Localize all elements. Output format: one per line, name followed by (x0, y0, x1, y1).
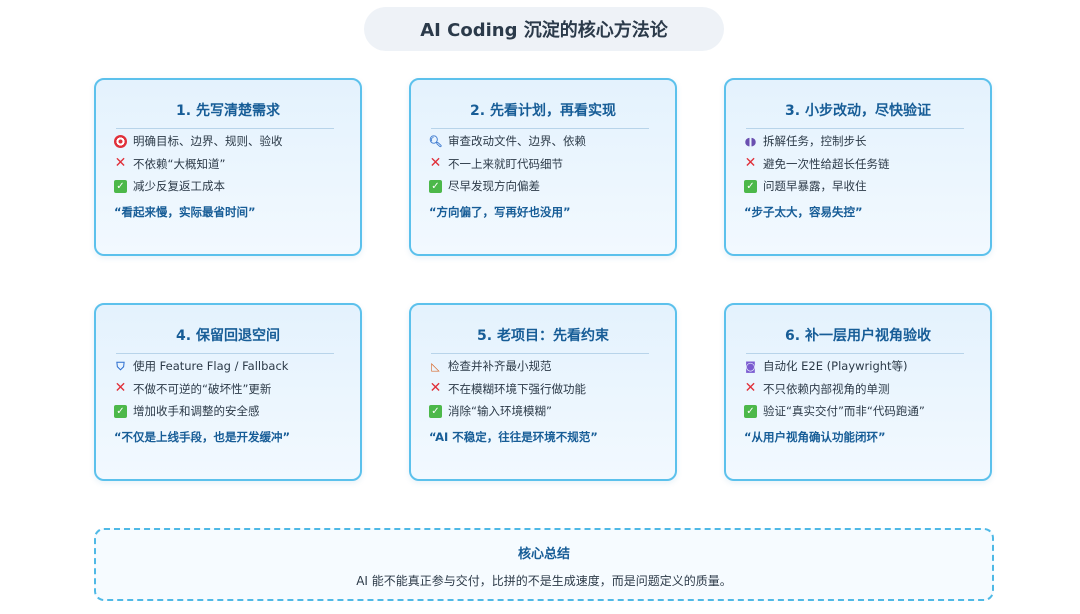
ruler-icon: ◺ (431, 359, 440, 373)
check-icon: ✓ (429, 404, 442, 418)
card-divider (746, 353, 964, 354)
card-divider (116, 353, 334, 354)
card-title: 5. 老项目：先看约束 (477, 328, 609, 344)
method-card-2: 2. 先看计划，再看实现 🔍︎ 审查改动文件、边界、依赖 ✕ 不一上来就盯代码细节 … (409, 78, 677, 256)
list-item: ✕ 不做不可逆的“破坏性”更新 (114, 380, 272, 397)
card-divider (116, 128, 334, 129)
list-item: ✓ 消除“输入环境模糊” (429, 400, 667, 423)
list-item: ✕ 不一上来就盯代码细节 (429, 155, 563, 172)
list-item: ✕ 避免一次性给超长任务链 (744, 155, 890, 172)
card-quote: “AI 不稳定，往往是环境不规范” (429, 430, 598, 444)
check-icon: ✓ (744, 179, 757, 193)
card-divider (431, 128, 649, 129)
cross-icon: ✕ (744, 380, 757, 397)
summary-title: 核心总结 (517, 547, 570, 562)
list-item: ◖◗ 拆解任务，控制步长 (744, 134, 867, 149)
summary-box: 核心总结 AI 能不能真正参与交付，比拼的不是生成速度，而是问题定义的质量。 (94, 528, 994, 601)
list-item: ◙ 自动化 E2E (Playwright等) (745, 359, 908, 374)
list-item: ✕ 不在模糊环境下强行做功能 (429, 380, 586, 397)
check-icon: ✓ (114, 404, 127, 418)
list-item: ✓ 尽早发现方向偏差 (429, 175, 667, 198)
target-icon (114, 134, 127, 148)
list-item: ✓ 验证“真实交付”而非“代码跑通” (744, 400, 982, 423)
list-item: ✓ 减少反复返工成本 (114, 175, 352, 198)
list-item: ⛉ 使用 Feature Flag / Fallback (114, 355, 352, 378)
card-title: 3. 小步改动，尽快验证 (785, 103, 931, 119)
list-item: 🔍︎ 审查改动文件、边界、依赖 (428, 134, 586, 149)
method-card-3: 3. 小步改动，尽快验证 ◖◗ 拆解任务，控制步长 ✕ 避免一次性给超长任务链 ✓ 问… (724, 78, 992, 256)
list-item: ✓ 问题早暴露，早收住 (744, 175, 982, 198)
card-quote: “从用户视角确认功能闭环” (744, 430, 886, 444)
check-icon: ✓ (429, 179, 442, 193)
card-title: 1. 先写清楚需求 (176, 103, 280, 119)
list-item: ✕ 不依赖“大概知道” (114, 155, 226, 172)
card-quote: “步子太大，容易失控” (744, 205, 863, 219)
list-item: ◺ 检查并补齐最小规范 (429, 355, 667, 378)
card-quote: “方向偏了，写再好也没用” (429, 205, 571, 219)
check-icon: ✓ (744, 404, 757, 418)
cross-icon: ✕ (429, 155, 442, 172)
cross-icon: ✕ (744, 155, 757, 172)
shield-icon: ⛉ (116, 359, 125, 373)
summary-text: AI 能不能真正参与交付，比拼的不是生成速度，而是问题定义的质量。 (356, 574, 732, 588)
method-card-5: 5. 老项目：先看约束 ◺ 检查并补齐最小规范 ✕ 不在模糊环境下强行做功能 ✓ 消除… (409, 303, 677, 481)
footprints-icon: ◖◗ (744, 134, 757, 148)
cross-icon: ✕ (114, 380, 127, 397)
method-card-4: 4. 保留回退空间 ⛉ 使用 Feature Flag / Fallback ✕ 不… (94, 303, 362, 481)
card-quote: “不仅是上线手段，也是开发缓冲” (114, 430, 291, 444)
card-divider (746, 128, 964, 129)
robot-icon: ◙ (745, 359, 756, 373)
card-divider (431, 353, 649, 354)
magnifier-icon: 🔍︎ (428, 134, 443, 148)
list-item: ✓ 增加收手和调整的安全感 (114, 400, 352, 423)
page-title: AI Coding 沉淀的核心方法论 (364, 7, 724, 51)
method-card-6: 6. 补一层用户视角验收 ◙ 自动化 E2E (Playwright等) ✕ 不只依… (724, 303, 992, 481)
check-icon: ✓ (114, 179, 127, 193)
card-title: 4. 保留回退空间 (176, 328, 280, 344)
cross-icon: ✕ (429, 380, 442, 397)
method-card-1: 1. 先写清楚需求 明确目标、边界、规则、验收 ✕ 不依赖“大概知道” ✓ 减少反复… (94, 78, 362, 256)
cross-icon: ✕ (114, 155, 127, 172)
list-item: ✕ 不只依赖内部视角的单测 (744, 380, 890, 397)
card-title: 2. 先看计划，再看实现 (470, 103, 616, 119)
list-item: 明确目标、边界、规则、验收 (114, 130, 352, 153)
card-title: 6. 补一层用户视角验收 (785, 328, 931, 344)
card-quote: “看起来慢，实际最省时间” (114, 205, 256, 219)
